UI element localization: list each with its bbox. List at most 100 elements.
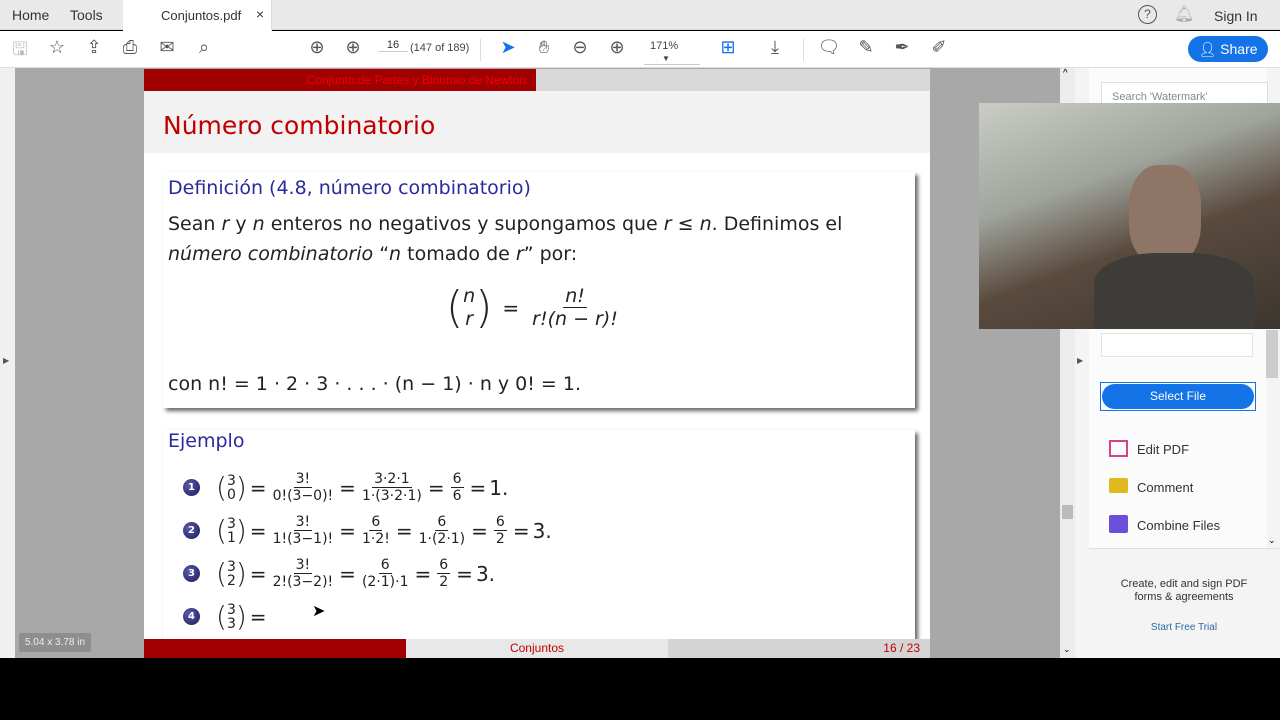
- binomial: (3 0): [216, 470, 247, 504]
- definition-line-1: Sean r y n enteros no negativos y supong…: [168, 213, 843, 235]
- toolbar: 🖫 ☆ ⇪ ⎙ ✉ ⌕ ⊕ ⊕ 16 (147 of 189) ➤ ✋︎ ⊖ ⊕…: [0, 31, 1280, 68]
- comment-tool-icon: [1109, 478, 1128, 493]
- example-item: 1(3 0) = 3! 0!(3−0)! = 3·2·1 1·(3·2·1) = 6 6 = 1.: [183, 466, 552, 509]
- page-fit-icon[interactable]: ⊞: [716, 37, 740, 58]
- user-add-icon: 👤︎: [1198, 41, 1217, 57]
- panel-scroll-thumb[interactable]: [1266, 330, 1278, 378]
- fraction: 62: [437, 557, 451, 590]
- mouse-cursor-icon: ➤: [312, 603, 326, 620]
- fraction: 66: [450, 471, 464, 504]
- example-list: 1(3 0) = 3! 0!(3−0)! = 3·2·1 1·(3·2·1) = 6 6 = 1. 2(3…: [183, 466, 552, 638]
- comment-icon[interactable]: 🗨︎: [817, 37, 841, 58]
- slide-title-band: Número combinatorio: [144, 91, 930, 153]
- fraction: 3! 1!(3−1)!: [272, 514, 334, 547]
- list-bullet-icon: 4: [183, 608, 200, 625]
- sign-icon[interactable]: ✒: [890, 37, 914, 58]
- bookmark-star-icon[interactable]: ☆: [45, 37, 69, 58]
- example-result: 1.: [489, 475, 509, 500]
- webcam-person-body: [1094, 253, 1254, 329]
- slide-section-title: Conjunto de Partes y Binomio de Newton: [144, 69, 536, 91]
- help-icon[interactable]: ?: [1138, 5, 1157, 24]
- fraction: 3! 2!(3−2)!: [272, 557, 334, 590]
- save-icon[interactable]: 🖫: [8, 37, 32, 67]
- example-item: 4(3 3) =: [183, 595, 552, 638]
- upload-cloud-icon[interactable]: ⇪: [82, 37, 106, 58]
- example-title: Ejemplo: [168, 430, 245, 452]
- binomial: (3 2): [216, 556, 247, 590]
- definition-line-2: número combinatorio “n tomado de r” por:: [168, 243, 578, 265]
- binomial: (3 1): [216, 513, 247, 547]
- webcam-person: [1129, 165, 1201, 265]
- footer-page: 16 / 23: [668, 639, 930, 658]
- fraction: 3! 0!(3−0)!: [272, 471, 334, 504]
- fraction: 6 (2·1)·1: [361, 557, 409, 590]
- start-free-trial-link[interactable]: Start Free Trial: [1110, 622, 1258, 633]
- edit-pdf-icon: [1109, 440, 1128, 457]
- left-panel-collapsed[interactable]: ▶: [0, 68, 15, 658]
- close-tab-icon[interactable]: ×: [256, 6, 264, 22]
- collapse-panel-icon[interactable]: ▶: [1077, 356, 1083, 365]
- list-bullet-icon: 1: [183, 479, 200, 496]
- tab-tools[interactable]: Tools: [70, 7, 103, 23]
- scroll-thumb[interactable]: [1062, 505, 1073, 519]
- combine-files-icon: [1109, 515, 1128, 533]
- divider: [803, 39, 804, 61]
- slide-title: Número combinatorio: [163, 111, 436, 140]
- divider: [480, 39, 481, 61]
- scroll-down-icon[interactable]: ⌄: [1063, 644, 1071, 655]
- zoom-dropdown[interactable]: 171% ▼: [644, 40, 700, 65]
- select-file-label: Select File: [1102, 384, 1254, 409]
- tab-document[interactable]: Conjuntos.pdf ×: [123, 0, 272, 31]
- sign-in-link[interactable]: Sign In: [1214, 8, 1258, 24]
- share-button[interactable]: 👤︎ Share: [1188, 36, 1268, 62]
- fill-sign-icon[interactable]: ✐: [927, 37, 951, 58]
- panel-scroll-down-icon[interactable]: ⌄: [1268, 535, 1276, 546]
- zoom-in-icon[interactable]: ⊕: [605, 37, 629, 58]
- page-size-tooltip: 5.04 x 3.78 in: [19, 633, 91, 652]
- example-result: 3.: [475, 561, 496, 586]
- fraction: 6 1·2!: [361, 514, 390, 547]
- fraction: 62: [493, 514, 507, 547]
- definition-block: Definición (4.8, número combinatorio) Se…: [163, 172, 915, 408]
- zoom-out-icon[interactable]: ⊖: [568, 37, 592, 58]
- webcam-video: [979, 103, 1280, 329]
- example-item: 3(3 2) = 3! 2!(3−2)! = 6 (2·1)·1 = 6 2 = 3.: [183, 552, 552, 595]
- tool-edit-pdf[interactable]: Edit PDF: [1137, 442, 1189, 457]
- select-file-button[interactable]: Select File: [1100, 382, 1256, 411]
- file-drop-field[interactable]: [1101, 333, 1253, 357]
- tool-combine-files[interactable]: Combine Files: [1137, 518, 1220, 533]
- bell-icon[interactable]: 🔔︎: [1174, 4, 1194, 24]
- factorial-definition: con n! = 1 · 2 · 3 · . . . · (n − 1) · n…: [168, 373, 582, 395]
- email-icon[interactable]: ✉: [155, 37, 179, 58]
- tool-comment[interactable]: Comment: [1137, 480, 1193, 495]
- search-icon[interactable]: ⌕: [192, 37, 216, 58]
- promo-text: Create, edit and sign PDF forms & agreem…: [1120, 578, 1248, 603]
- scroll-up-icon[interactable]: ^: [1063, 68, 1068, 79]
- hand-tool-icon[interactable]: ✋︎: [532, 37, 556, 58]
- binomial: (3 3): [216, 599, 247, 633]
- fraction: 6 1·(2·1): [418, 514, 466, 547]
- fraction: 3·2·1 1·(3·2·1): [361, 471, 422, 504]
- share-label: Share: [1220, 41, 1258, 57]
- example-result: 3.: [532, 518, 552, 543]
- example-item: 2(3 1) = 3! 1!(3−1)! = 6 1·2! = 6 1·(2·1) = 6 2 = 3.: [183, 509, 552, 552]
- list-bullet-icon: 3: [183, 565, 200, 582]
- footer-red-bar: [144, 639, 406, 658]
- example-block: Ejemplo 1(3 0) = 3! 0!(3−0)! = 3·2·1 1·(3·2·1) =…: [163, 430, 915, 640]
- binomial-formula: (n r) = n! r!(n − r)!: [446, 281, 618, 333]
- next-page-icon[interactable]: ⊕: [341, 37, 365, 58]
- definition-title: Definición (4.8, número combinatorio): [168, 177, 531, 199]
- select-cursor-icon[interactable]: ➤: [496, 37, 520, 58]
- page-number-input[interactable]: 16: [378, 39, 408, 52]
- zoom-value: 171%: [650, 40, 679, 52]
- previous-page-icon[interactable]: ⊕: [305, 37, 329, 58]
- expand-left-icon[interactable]: ▶: [3, 356, 9, 365]
- tab-home[interactable]: Home: [12, 7, 49, 23]
- tab-bar: Home Tools Conjuntos.pdf × ? 🔔︎ Sign In: [0, 0, 1280, 31]
- list-bullet-icon: 2: [183, 522, 200, 539]
- highlight-pen-icon[interactable]: ✎: [854, 37, 878, 58]
- divider: [1089, 548, 1280, 549]
- print-icon[interactable]: ⎙: [118, 37, 142, 58]
- slide-footer: Conjuntos 16 / 23: [144, 639, 930, 658]
- scroll-mode-icon[interactable]: ⤓: [763, 37, 787, 58]
